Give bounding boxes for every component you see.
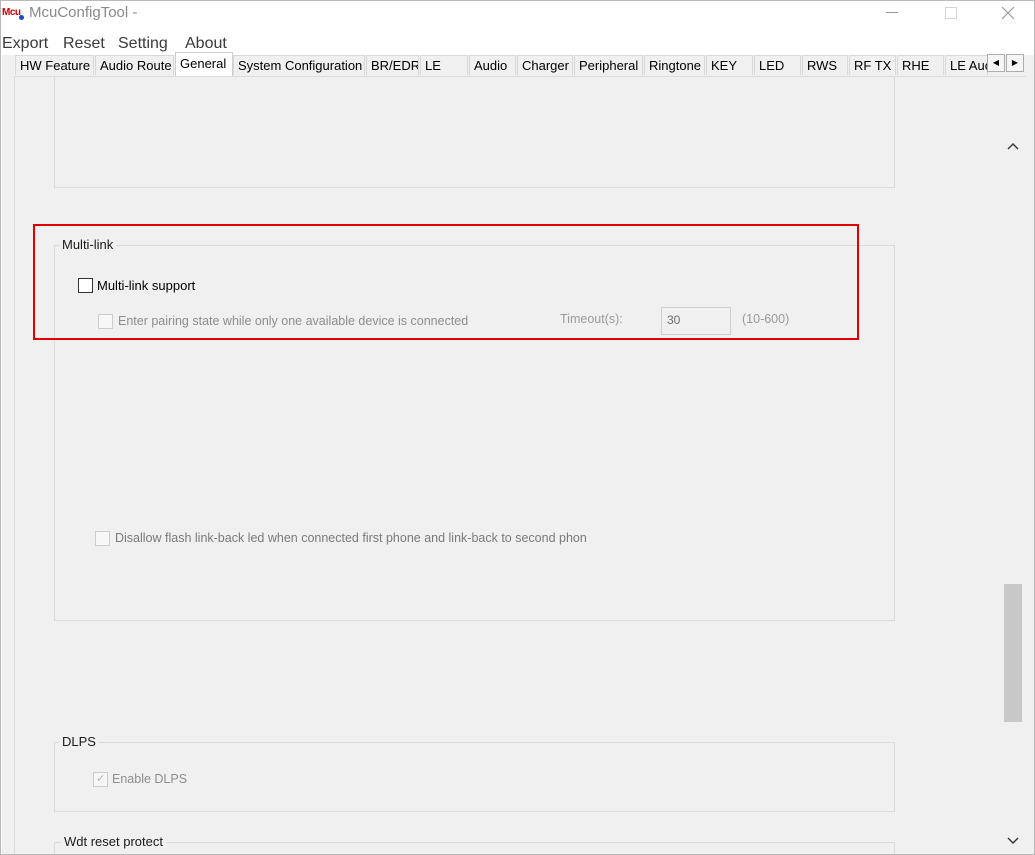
tab-audio-route[interactable]: Audio Route [95, 55, 174, 75]
menu-reset[interactable]: Reset [63, 35, 105, 53]
app-logo-icon: Mcu [2, 5, 24, 21]
arrow-right-icon: ▶ [1011, 58, 1019, 67]
pairing-state-box[interactable] [98, 313, 113, 329]
scroll-down-icon[interactable] [1007, 834, 1019, 846]
tab-le-audio[interactable]: LE Auc [945, 55, 988, 75]
disallow-flash-checkbox[interactable]: Disallow flash link-back led when connec… [95, 529, 601, 547]
maximize-button[interactable] [927, 1, 973, 29]
app-window: Mcu McuConfigTool - Export Reset Setting… [0, 0, 1035, 855]
tab-br-edr[interactable]: BR/EDR [366, 55, 419, 75]
timeout-label: Timeout(s): [560, 312, 623, 326]
tab-key[interactable]: KEY [706, 55, 753, 75]
multilink-support-label: Multi-link support [97, 277, 196, 293]
tab-general[interactable]: General [175, 52, 233, 76]
wdt-groupbox [54, 842, 895, 854]
tab-led[interactable]: LED [754, 55, 801, 75]
menu-export[interactable]: Export [2, 35, 48, 53]
pairing-state-checkbox[interactable]: Enter pairing state while only one avail… [98, 312, 468, 330]
timeout-input[interactable]: 30 [661, 307, 731, 335]
timeout-range-label: (10-600) [742, 312, 790, 326]
vertical-scrollbar[interactable] [1002, 134, 1024, 854]
enable-dlps-label: Enable DLPS [112, 772, 188, 786]
tab-peripheral[interactable]: Peripheral [574, 55, 643, 75]
tab-charger[interactable]: Charger [517, 55, 573, 75]
menu-about[interactable]: About [185, 35, 227, 53]
minimize-button[interactable] [869, 1, 915, 29]
tab-hw-feature[interactable]: HW Feature [15, 55, 94, 75]
arrow-left-icon: ◀ [992, 58, 1000, 67]
pairing-state-label: Enter pairing state while only one avail… [118, 314, 469, 328]
tab-rhe[interactable]: RHE [897, 55, 944, 75]
enable-dlps-checkbox[interactable]: ✓ Enable DLPS [93, 770, 187, 788]
menu-setting[interactable]: Setting [118, 35, 168, 53]
tab-scroll-left-button[interactable]: ◀ [987, 54, 1005, 72]
multilink-support-checkbox[interactable]: Multi-link support [78, 276, 195, 294]
close-icon [1001, 6, 1015, 20]
enable-dlps-box[interactable]: ✓ [93, 771, 108, 787]
multilink-support-box[interactable] [78, 277, 93, 293]
disallow-flash-label: Disallow flash link-back led when connec… [115, 531, 587, 545]
previous-groupbox [54, 77, 895, 188]
close-button[interactable] [986, 1, 1032, 29]
minimize-icon [886, 12, 898, 13]
dlps-group-title: DLPS [59, 734, 99, 749]
tab-audio[interactable]: Audio [469, 55, 516, 75]
tab-system-configuration[interactable]: System Configuration [233, 55, 365, 75]
multilink-group-title: Multi-link [59, 237, 117, 252]
scroll-up-icon[interactable] [1007, 141, 1019, 153]
multilink-groupbox [54, 245, 895, 621]
tab-scroll-right-button[interactable]: ▶ [1006, 54, 1024, 72]
app-logo-text: Mcu [2, 7, 21, 18]
scrollbar-thumb[interactable] [1004, 584, 1022, 722]
wdt-group-title: Wdt reset protect [61, 834, 166, 849]
tab-rws[interactable]: RWS [802, 55, 848, 75]
general-tab-panel: Multi-link Multi-link support Enter pair… [14, 76, 1026, 854]
tab-le[interactable]: LE [420, 55, 468, 75]
app-logo-dot [19, 15, 24, 20]
tab-ringtone[interactable]: Ringtone [644, 55, 705, 75]
window-title: McuConfigTool - [29, 4, 138, 21]
disallow-flash-box[interactable] [95, 530, 110, 546]
maximize-icon [945, 7, 957, 19]
title-bar: Mcu McuConfigTool - [1, 1, 1034, 29]
menu-bar: Export Reset Setting About [1, 32, 1034, 54]
tab-rf-tx[interactable]: RF TX [849, 55, 896, 75]
checkmark-icon: ✓ [96, 771, 106, 785]
